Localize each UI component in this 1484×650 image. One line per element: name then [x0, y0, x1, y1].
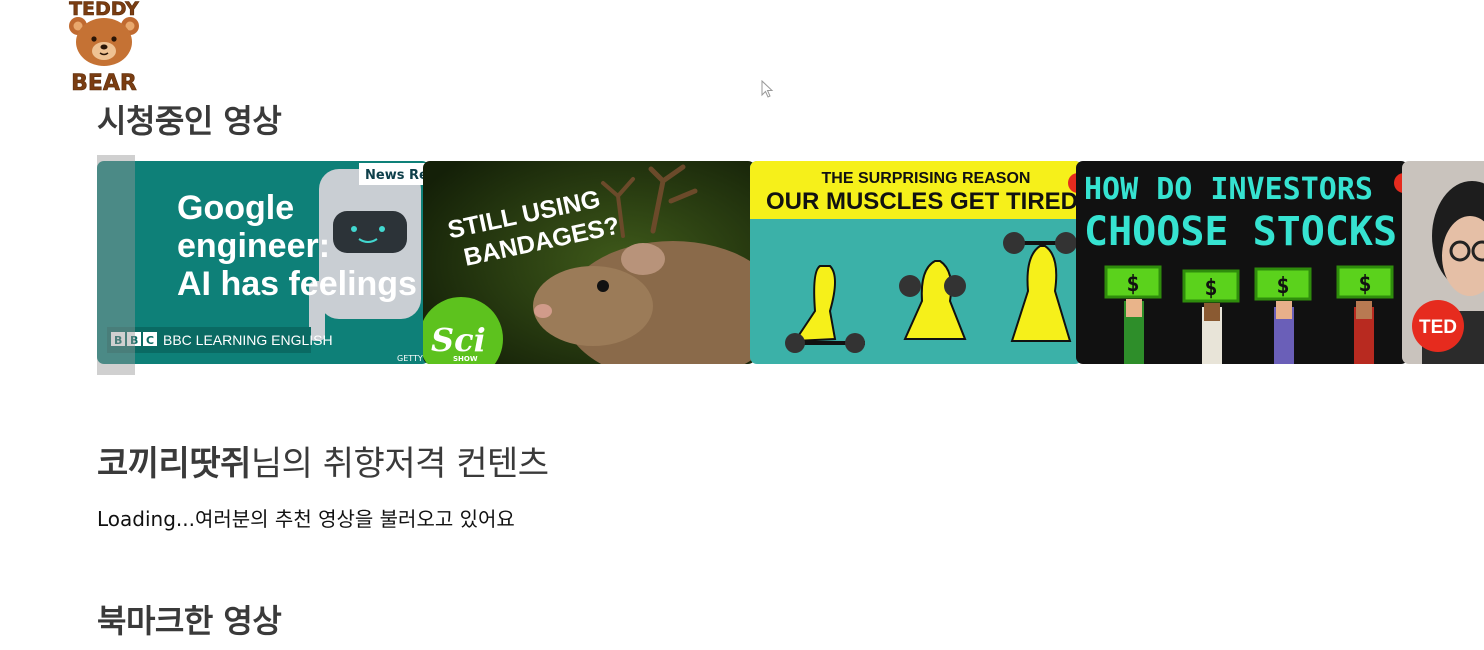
teddy-bear-logo[interactable]: TEDDY BEAR — [54, 0, 154, 96]
svg-text:C: C — [146, 334, 154, 347]
thumbnail-line-3: AI has feelings — [177, 265, 417, 303]
channel-name: BBC LEARNING ENGLISH — [163, 332, 333, 348]
recommendation-section-title: 코끼리땃쥐님의 취향저격 컨텐츠 — [97, 436, 549, 485]
video-thumbnail[interactable]: News Rev Google engineer: AI has feeling… — [97, 161, 429, 364]
video-thumbnail[interactable]: STILL USING BANDAGES? Sci SHOW — [423, 161, 755, 364]
loading-message: Loading...여러분의 추천 영상을 불러오고 있어요 — [97, 507, 515, 531]
video-thumbnail[interactable]: THE SURPRISING REASON OUR MUSCLES GET TI… — [750, 161, 1082, 364]
image-credit: GETTY — [397, 354, 423, 363]
thumbnail-line-2: CHOOSE STOCKS — [1084, 209, 1397, 255]
recommendation-title-suffix: 님의 취향저격 컨텐츠 — [250, 444, 549, 484]
ted-logo: TED — [1419, 317, 1457, 338]
user-nickname: 코끼리땃쥐 — [97, 444, 251, 484]
svg-text:$: $ — [1126, 272, 1139, 297]
thumbnail-line-2: engineer: — [177, 227, 330, 265]
watching-section-title: 시청중인 영상 — [97, 102, 282, 140]
video-thumbnail[interactable]: TED — [1402, 161, 1484, 364]
scishow-logo: Sci — [431, 321, 486, 359]
scishow-logo-sub: SHOW — [453, 355, 478, 363]
mouse-pointer-icon — [761, 79, 775, 100]
watching-carousel[interactable]: News Rev Google engineer: AI has feeling… — [97, 161, 1484, 364]
logo-bottom-text: BEAR — [71, 71, 137, 96]
bookmarks-section-title: 북마크한 영상 — [97, 602, 282, 640]
svg-text:$: $ — [1276, 274, 1289, 299]
thumbnail-line-1: THE SURPRISING REASON — [822, 170, 1031, 187]
video-thumbnail[interactable]: HOW DO INVESTORS CHOOSE STOCKS $ $ $ $ — [1076, 161, 1408, 364]
svg-text:$: $ — [1358, 272, 1371, 297]
news-review-badge: News Rev — [365, 168, 429, 183]
thumbnail-line-1: Google — [177, 189, 294, 227]
thumbnail-line-1: HOW DO INVESTORS — [1084, 172, 1373, 207]
carousel-scroll-handle[interactable] — [97, 155, 135, 375]
thumbnail-line-2: OUR MUSCLES GET TIRED — [766, 188, 1078, 215]
svg-text:$: $ — [1204, 276, 1217, 301]
logo-top-text: TEDDY — [69, 0, 139, 20]
